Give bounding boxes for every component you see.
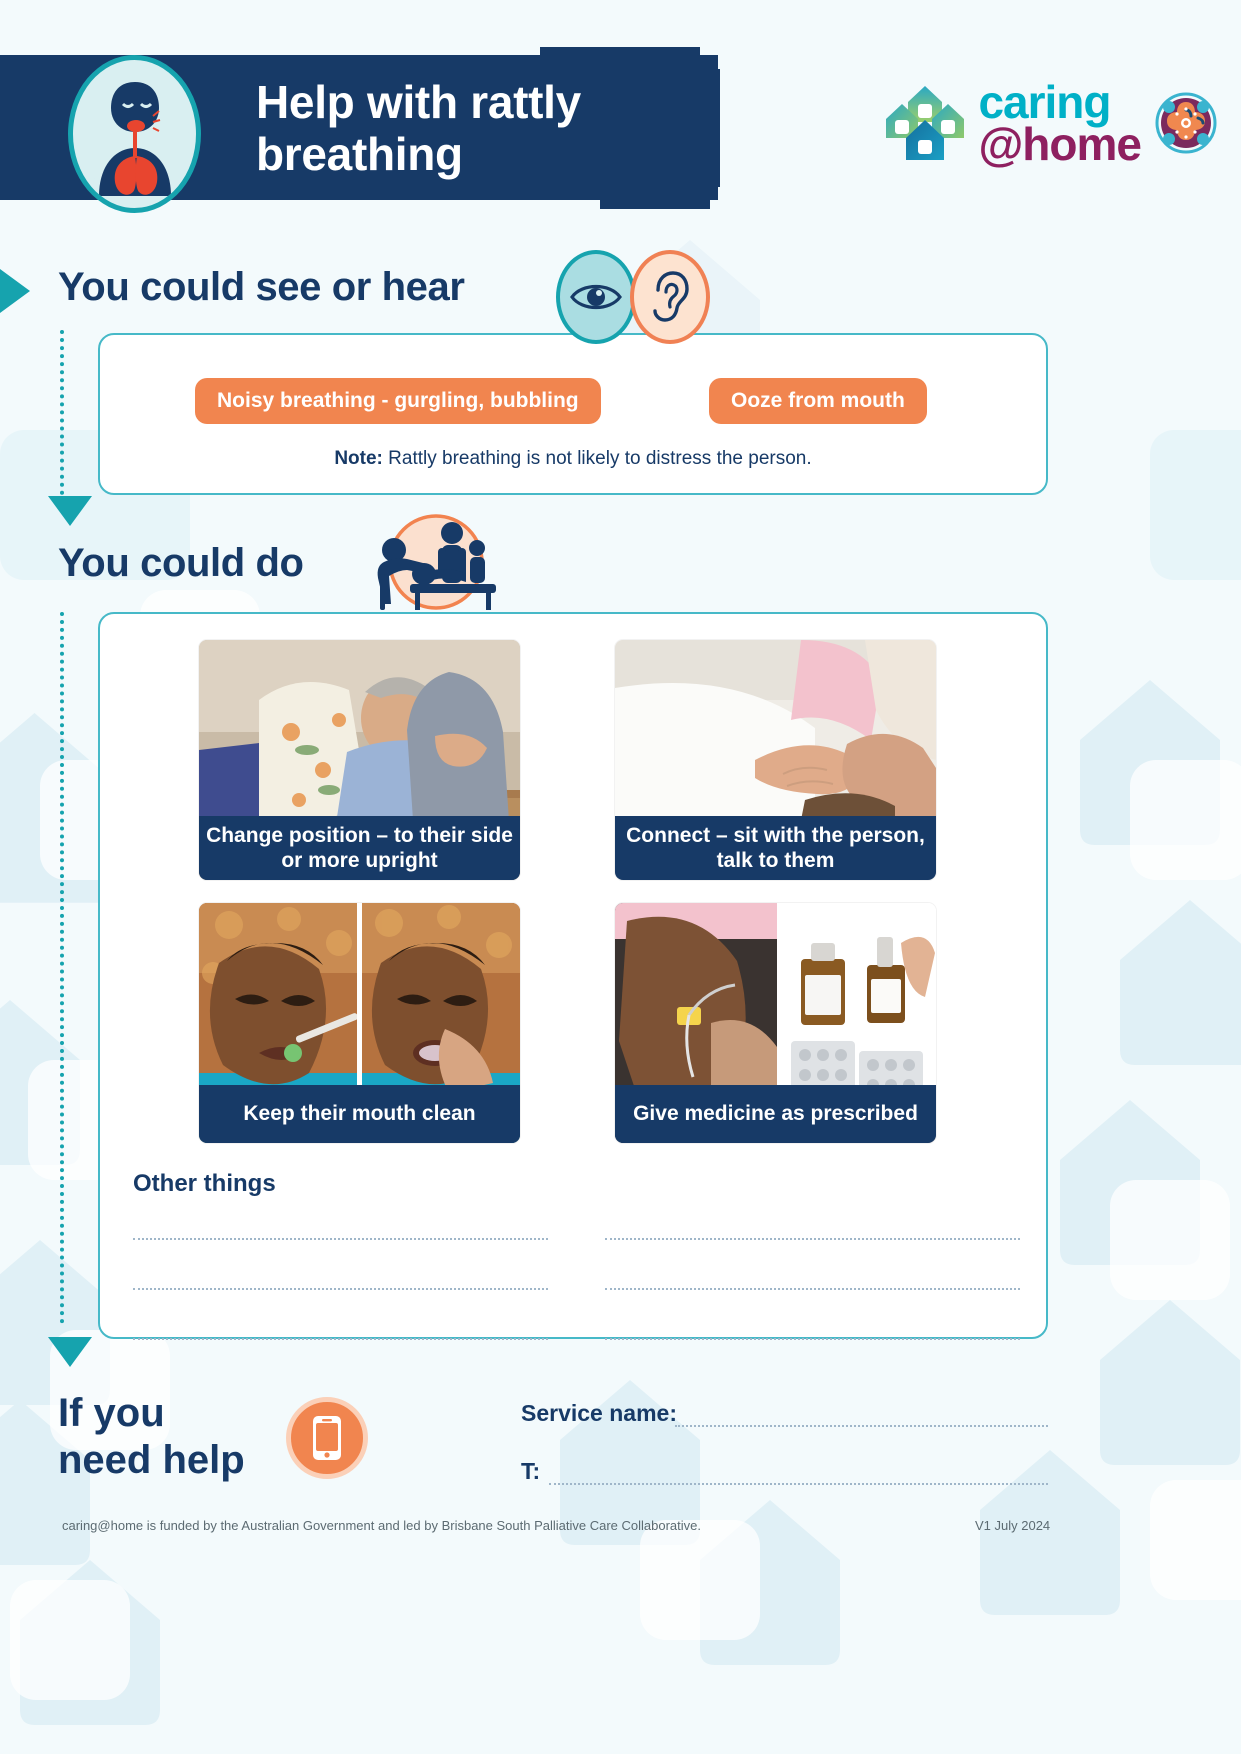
write-line-right-2[interactable] (605, 1288, 1020, 1290)
write-line-left-3[interactable] (133, 1338, 548, 1340)
see-hear-panel: Noisy breathing - gurgling, bubbling Ooz… (98, 333, 1048, 495)
logo-wordmark: caring @home (978, 75, 1142, 170)
page-title-line2: breathing (256, 127, 463, 180)
card-give-medicine: Give medicine as prescribed (615, 903, 936, 1143)
card-mouth-care: Keep their mouth clean (199, 903, 520, 1143)
note-label: Note: (334, 448, 383, 469)
poster-header: Help with rattly breathing caring @home (0, 47, 1241, 213)
service-name-label: Service name: (521, 1400, 677, 1426)
footer-funding-text: caring@home is funded by the Australian … (62, 1518, 701, 1533)
write-line-left-2[interactable] (133, 1288, 548, 1290)
eye-icon (556, 250, 636, 344)
band-tear-right (690, 69, 720, 187)
heading-see-or-hear: You could see or hear (58, 265, 465, 309)
pill-ooze-from-mouth-label: Ooze from mouth (709, 378, 927, 424)
caring-at-home-houses-logo (884, 82, 966, 164)
card-connect-caption: Connect – sit with the person, talk to t… (615, 816, 936, 880)
logo-home-text: @home (978, 118, 1142, 170)
person-rattly-breathing-lungs-icon (68, 55, 201, 213)
write-line-left-1[interactable] (133, 1238, 548, 1240)
page-title: Help with rattly breathing (256, 76, 676, 180)
service-name-input-line[interactable] (675, 1425, 1048, 1427)
need-help-line1: If you (58, 1391, 165, 1435)
card-connect: Connect – sit with the person, talk to t… (615, 640, 936, 880)
heading-if-you-need-help: If you need help (58, 1390, 245, 1484)
ear-icon (630, 250, 710, 344)
note-body: Rattly breathing is not likely to distre… (382, 448, 812, 469)
need-help-line2: need help (58, 1438, 245, 1483)
connector-line-2 (60, 612, 67, 1324)
section-arrow-could-do (48, 496, 92, 526)
heading-you-could-do: You could do (58, 541, 304, 585)
card-change-position: Change position – to their side or more … (199, 640, 520, 880)
card-mouth-care-caption: Keep their mouth clean (199, 1085, 520, 1143)
write-line-right-1[interactable] (605, 1238, 1020, 1240)
aboriginal-art-emblem (1153, 90, 1219, 156)
carers-with-person-in-bed-icon (360, 512, 500, 612)
band-tear-bottom (600, 197, 710, 209)
caring-at-home-logo: caring @home (884, 59, 1219, 187)
phone-input-line[interactable] (549, 1483, 1048, 1485)
pill-ooze-from-mouth: Ooze from mouth (709, 378, 927, 424)
card-give-medicine-caption: Give medicine as prescribed (615, 1085, 936, 1143)
section-arrow-see-hear (0, 269, 30, 313)
other-things-label: Other things (133, 1170, 276, 1197)
write-line-right-3[interactable] (605, 1338, 1020, 1340)
connector-line-1 (60, 330, 67, 495)
logo-caring-text: caring (978, 75, 1111, 128)
poster-root: Help with rattly breathing caring @home … (0, 0, 1241, 1754)
band-tear-top (540, 47, 700, 61)
footer-version-text: V1 July 2024 (975, 1518, 1051, 1533)
see-hear-icons (556, 250, 710, 344)
page-title-line1: Help with rattly (256, 76, 581, 128)
section-arrow-need-help (48, 1337, 92, 1367)
mobile-phone-icon (286, 1397, 368, 1479)
pill-noisy-breathing-label: Noisy breathing - gurgling, bubbling (195, 378, 601, 424)
card-change-position-caption: Change position – to their side or more … (199, 816, 520, 880)
phone-label: T: (521, 1458, 541, 1484)
note-text: Note: Rattly breathing is not likely to … (100, 448, 1046, 470)
pill-noisy-breathing: Noisy breathing - gurgling, bubbling (195, 378, 601, 424)
